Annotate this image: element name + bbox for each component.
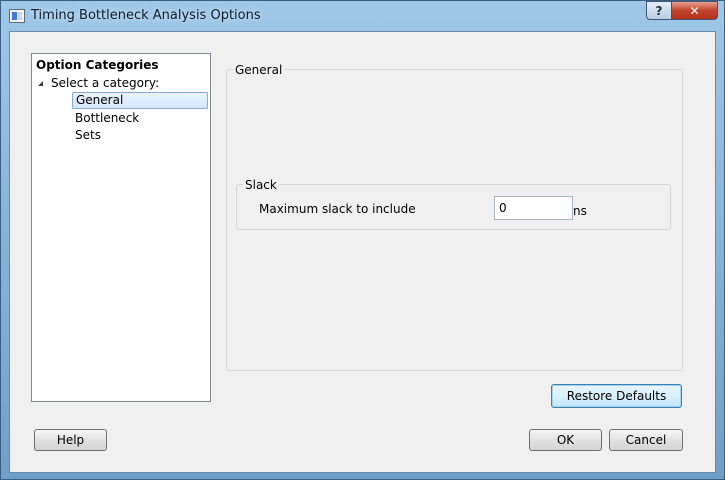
tree-root[interactable]: Select a category: [38, 76, 159, 90]
max-slack-label: Maximum slack to include [259, 202, 416, 216]
category-item-general[interactable]: General [72, 92, 208, 109]
close-button[interactable]: ✕ [672, 1, 718, 20]
category-header: Option Categories [36, 58, 159, 72]
help-button[interactable]: Help [34, 429, 107, 451]
caption-buttons: ? ✕ [646, 1, 718, 21]
window-title: Timing Bottleneck Analysis Options [31, 8, 261, 23]
max-slack-input[interactable] [494, 196, 573, 220]
category-item-bottleneck[interactable]: Bottleneck [72, 110, 208, 127]
slack-unit-label: ns [573, 204, 587, 218]
cancel-button[interactable]: Cancel [609, 429, 683, 451]
dialog-body: Option Categories Select a category: Gen… [9, 31, 716, 473]
restore-defaults-button[interactable]: Restore Defaults [551, 384, 682, 408]
title-bar[interactable]: Timing Bottleneck Analysis Options ? ✕ [1, 1, 724, 31]
tree-root-label: Select a category: [51, 76, 160, 90]
close-icon: ✕ [689, 3, 700, 18]
tree-expand-icon[interactable] [38, 81, 43, 86]
dialog-window: Timing Bottleneck Analysis Options ? ✕ O… [0, 0, 725, 480]
slack-group-title: Slack [243, 178, 279, 192]
ok-button[interactable]: OK [529, 429, 602, 451]
app-icon [9, 9, 25, 23]
category-item-sets[interactable]: Sets [72, 127, 208, 144]
help-caption-button[interactable]: ? [646, 1, 672, 20]
category-tree-panel: Option Categories Select a category: Gen… [31, 53, 211, 402]
general-group-title: General [233, 63, 285, 77]
